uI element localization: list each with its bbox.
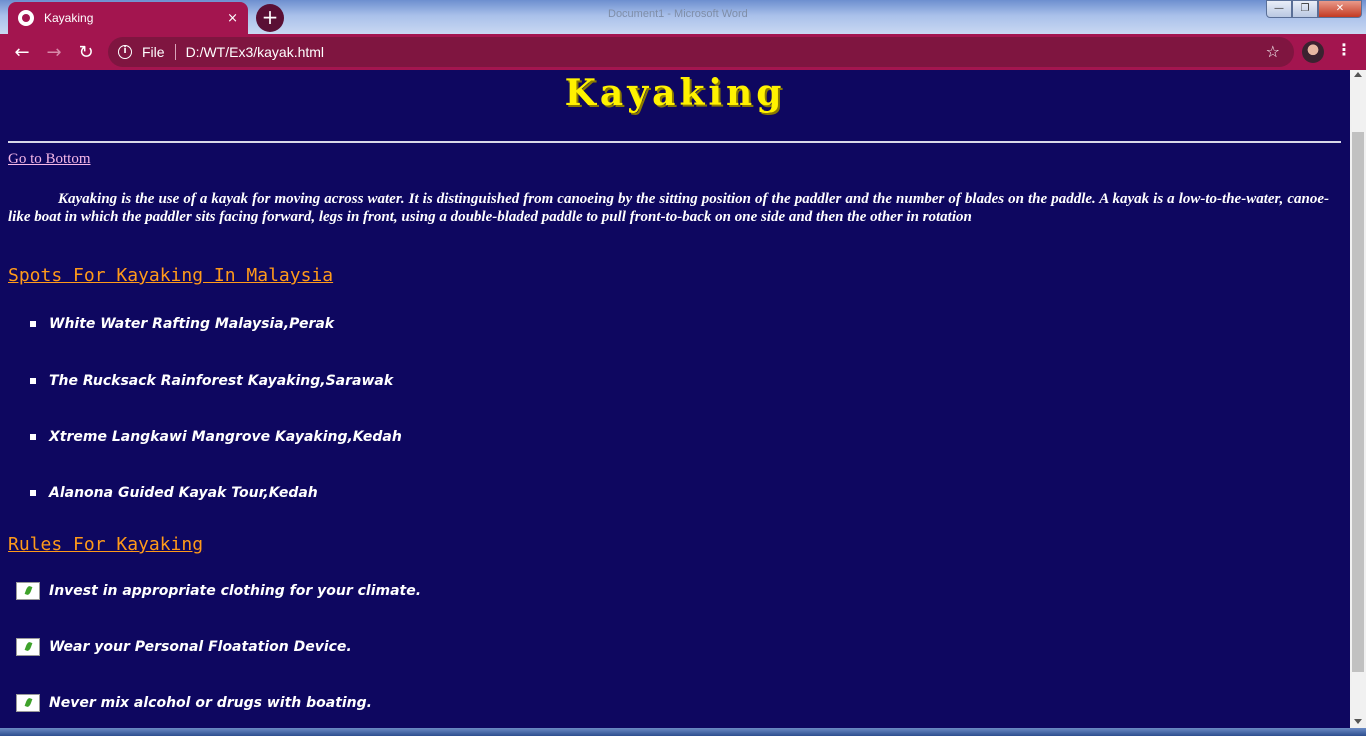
- page-favicon-icon: [18, 10, 34, 26]
- square-bullet-icon: [30, 378, 36, 384]
- os-taskbar: [0, 728, 1366, 736]
- spot-label: The Rucksack Rainforest Kayaking,Sarawak: [49, 373, 394, 389]
- page-title: Kayaking: [564, 72, 786, 114]
- back-button[interactable]: ←: [6, 36, 38, 68]
- list-item: White Water Rafting Malaysia,Perak: [30, 316, 334, 332]
- go-to-bottom-link[interactable]: Go to Bottom: [8, 151, 91, 168]
- leaf-bullet-icon: [16, 638, 40, 656]
- tab-kayaking[interactable]: Kayaking ×: [8, 2, 248, 34]
- list-item: Invest in appropriate clothing for your …: [16, 582, 421, 600]
- scroll-down-icon[interactable]: [1354, 719, 1362, 724]
- square-bullet-icon: [30, 490, 36, 496]
- spot-label: Alanona Guided Kayak Tour,Kedah: [49, 485, 318, 501]
- site-info-icon[interactable]: i: [118, 45, 132, 59]
- vertical-scrollbar[interactable]: [1350, 70, 1366, 728]
- rule-label: Never mix alcohol or drugs with boating.: [49, 695, 372, 711]
- rule-label: Invest in appropriate clothing for your …: [49, 583, 422, 599]
- address-bar[interactable]: i File D:/WT/Ex3/kayak.html ☆: [108, 37, 1294, 67]
- window-titlebar: Document1 - Microsoft Word Kayaking × + …: [0, 0, 1366, 34]
- list-item: Never mix alcohol or drugs with boating.: [16, 694, 372, 712]
- tab-close-icon[interactable]: ×: [227, 11, 238, 26]
- url-scheme-label: File: [142, 44, 165, 60]
- url-text[interactable]: D:/WT/Ex3/kayak.html: [186, 44, 324, 60]
- close-window-button[interactable]: ✕: [1318, 0, 1362, 18]
- square-bullet-icon: [30, 321, 36, 327]
- list-item: The Rucksack Rainforest Kayaking,Sarawak: [30, 373, 393, 389]
- spot-label: White Water Rafting Malaysia,Perak: [49, 316, 335, 332]
- bookmark-star-icon[interactable]: ☆: [1266, 42, 1280, 61]
- rule-label: Wear your Personal Floatation Device.: [49, 639, 352, 655]
- window-controls: — ❐ ✕: [1266, 0, 1362, 18]
- address-divider: [174, 44, 176, 60]
- intro-paragraph: Kayaking is the use of a kayak for movin…: [8, 191, 1329, 225]
- browser-toolbar: ← → ↻ i File D:/WT/Ex3/kayak.html ☆ ⋮: [0, 34, 1366, 70]
- forward-button[interactable]: →: [38, 36, 70, 68]
- list-item: Xtreme Langkawi Mangrove Kayaking,Kedah: [30, 429, 402, 445]
- scroll-up-icon[interactable]: [1354, 72, 1362, 77]
- scrollbar-thumb[interactable]: [1352, 132, 1364, 672]
- spots-heading: Spots For Kayaking In Malaysia: [8, 265, 334, 286]
- leaf-bullet-icon: [16, 582, 40, 600]
- reload-button[interactable]: ↻: [70, 36, 102, 68]
- background-window-title: Document1 - Microsoft Word: [608, 8, 748, 20]
- list-item: Wear your Personal Floatation Device.: [16, 638, 352, 656]
- square-bullet-icon: [30, 434, 36, 440]
- horizontal-rule: [8, 141, 1341, 143]
- new-tab-button[interactable]: +: [256, 4, 284, 32]
- page-viewport: Kayaking Go to Bottom Kayaking is the us…: [0, 70, 1350, 728]
- leaf-bullet-icon: [16, 694, 40, 712]
- tab-title: Kayaking: [44, 11, 94, 25]
- rules-heading: Rules For Kayaking: [8, 534, 204, 555]
- spot-label: Xtreme Langkawi Mangrove Kayaking,Kedah: [49, 429, 402, 445]
- browser-menu-icon[interactable]: ⋮: [1336, 40, 1352, 59]
- minimize-button[interactable]: —: [1266, 0, 1292, 18]
- list-item: Alanona Guided Kayak Tour,Kedah: [30, 485, 318, 501]
- maximize-button[interactable]: ❐: [1292, 0, 1318, 18]
- profile-avatar[interactable]: [1302, 41, 1324, 63]
